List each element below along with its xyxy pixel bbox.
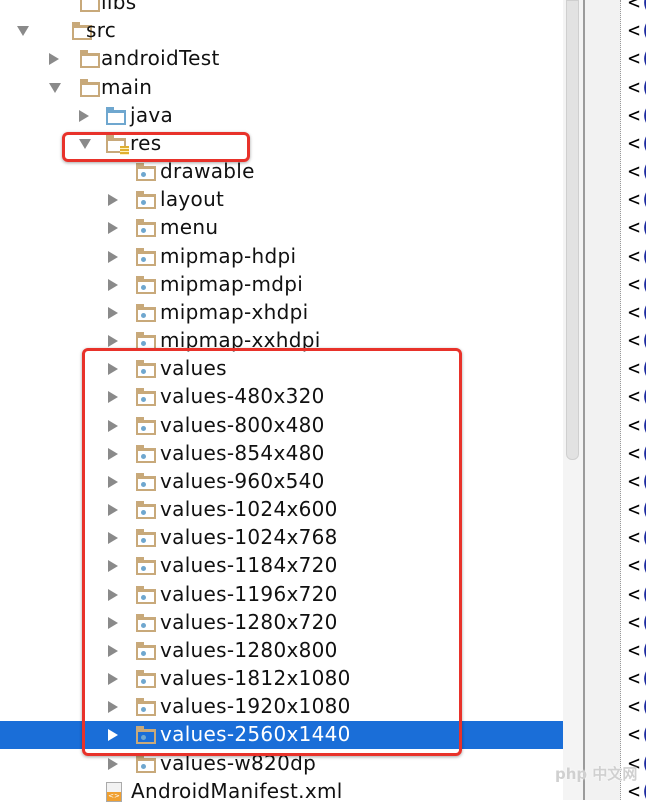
code-line: <( [628, 609, 646, 634]
folder-icon [136, 754, 156, 773]
code-line: <( [628, 581, 646, 606]
code-line: <( [628, 328, 646, 353]
code-line: <( [628, 666, 646, 691]
code-line: <( [628, 0, 646, 14]
code-line: <( [628, 637, 646, 662]
code-line: <( [628, 356, 646, 381]
expand-arrow-down-icon[interactable] [49, 82, 61, 93]
folder-icon [80, 78, 100, 97]
tree-item-layout[interactable]: layout [0, 186, 563, 214]
highlight-box-res [62, 132, 250, 162]
code-line: <( [628, 384, 646, 409]
tree-item-androidtest[interactable]: androidTest [0, 45, 563, 73]
code-line: <( [628, 102, 646, 127]
tree-item-label: src [86, 18, 117, 43]
code-editor[interactable]: <( <( <( <( <( <( <( <( <( <( <( <( <( <( <( <( <( <( <( <(… [621, 0, 646, 800]
tree-item-java[interactable]: java [0, 102, 563, 130]
tree-item-label: mipmap-mdpi [160, 271, 304, 296]
xml-file-icon [106, 781, 122, 802]
tree-item-label: libs [101, 0, 137, 14]
folder-icon [136, 303, 156, 322]
code-line: <( [628, 694, 646, 719]
expand-arrow-right-icon[interactable] [108, 757, 118, 770]
folder-icon [106, 106, 126, 125]
expand-arrow-down-icon[interactable] [17, 26, 29, 37]
expand-arrow-right-icon[interactable] [108, 222, 118, 235]
code-line: <( [628, 130, 646, 155]
tree-item-label: menu [160, 215, 219, 240]
code-line: <( [628, 187, 646, 212]
code-line: <( [628, 215, 646, 240]
code-line: <( [628, 468, 646, 493]
tree-item-androidmanifest-xml[interactable]: AndroidManifest.xml [0, 778, 563, 806]
tree-item-menu[interactable]: menu [0, 214, 563, 242]
tree-item-libs[interactable]: libs [0, 0, 563, 17]
code-line: <( [628, 18, 646, 43]
tree-item-label: AndroidManifest.xml [131, 778, 343, 803]
code-line: <( [628, 553, 646, 578]
expand-arrow-right-icon[interactable] [108, 250, 118, 263]
code-line: <( [628, 46, 646, 71]
code-line: <( [628, 74, 646, 99]
tree-item-label: androidTest [101, 46, 220, 71]
tree-item-main[interactable]: main [0, 74, 563, 102]
code-line: <( [628, 412, 646, 437]
tree-scrollbar[interactable] [563, 0, 585, 800]
tree-item-label: drawable [160, 159, 255, 184]
tree-item-mipmap-xhdpi[interactable]: mipmap-xhdpi [0, 299, 563, 327]
folder-icon [136, 247, 156, 266]
tree-item-label: main [101, 74, 153, 99]
code-line: <( [628, 159, 646, 184]
tree-item-src[interactable]: src [0, 17, 563, 45]
folder-icon [80, 0, 100, 12]
code-line: <( [628, 497, 646, 522]
tree-item-mipmap-hdpi[interactable]: mipmap-hdpi [0, 243, 563, 271]
tree-item-mipmap-mdpi[interactable]: mipmap-mdpi [0, 271, 563, 299]
editor-gutter [585, 0, 621, 800]
code-line: <( [628, 271, 646, 296]
code-line: <( [628, 243, 646, 268]
folder-icon [136, 275, 156, 294]
scrollbar-thumb[interactable] [566, 0, 579, 460]
folder-icon [80, 50, 100, 69]
code-line: <( [628, 525, 646, 550]
expand-arrow-right-icon[interactable] [49, 53, 59, 66]
folder-icon [136, 219, 156, 238]
expand-arrow-right-icon[interactable] [79, 109, 89, 122]
highlight-box-values [82, 348, 462, 756]
tree-item-label: java [130, 102, 174, 127]
tree-item-label: mipmap-hdpi [160, 243, 297, 268]
expand-arrow-right-icon[interactable] [108, 194, 118, 207]
expand-arrow-right-icon[interactable] [108, 306, 118, 319]
folder-icon [136, 191, 156, 210]
watermark: php 中文网 [555, 765, 638, 783]
tree-item-drawable[interactable]: drawable [0, 158, 563, 186]
tree-item-label: layout [160, 187, 225, 212]
code-line: <( [628, 299, 646, 324]
code-line: <( [628, 722, 646, 747]
code-line: <( [628, 440, 646, 465]
tree-item-label: mipmap-xhdpi [160, 299, 309, 324]
expand-arrow-right-icon[interactable] [108, 278, 118, 291]
expand-arrow-right-icon[interactable] [108, 335, 118, 348]
folder-icon [136, 163, 156, 182]
